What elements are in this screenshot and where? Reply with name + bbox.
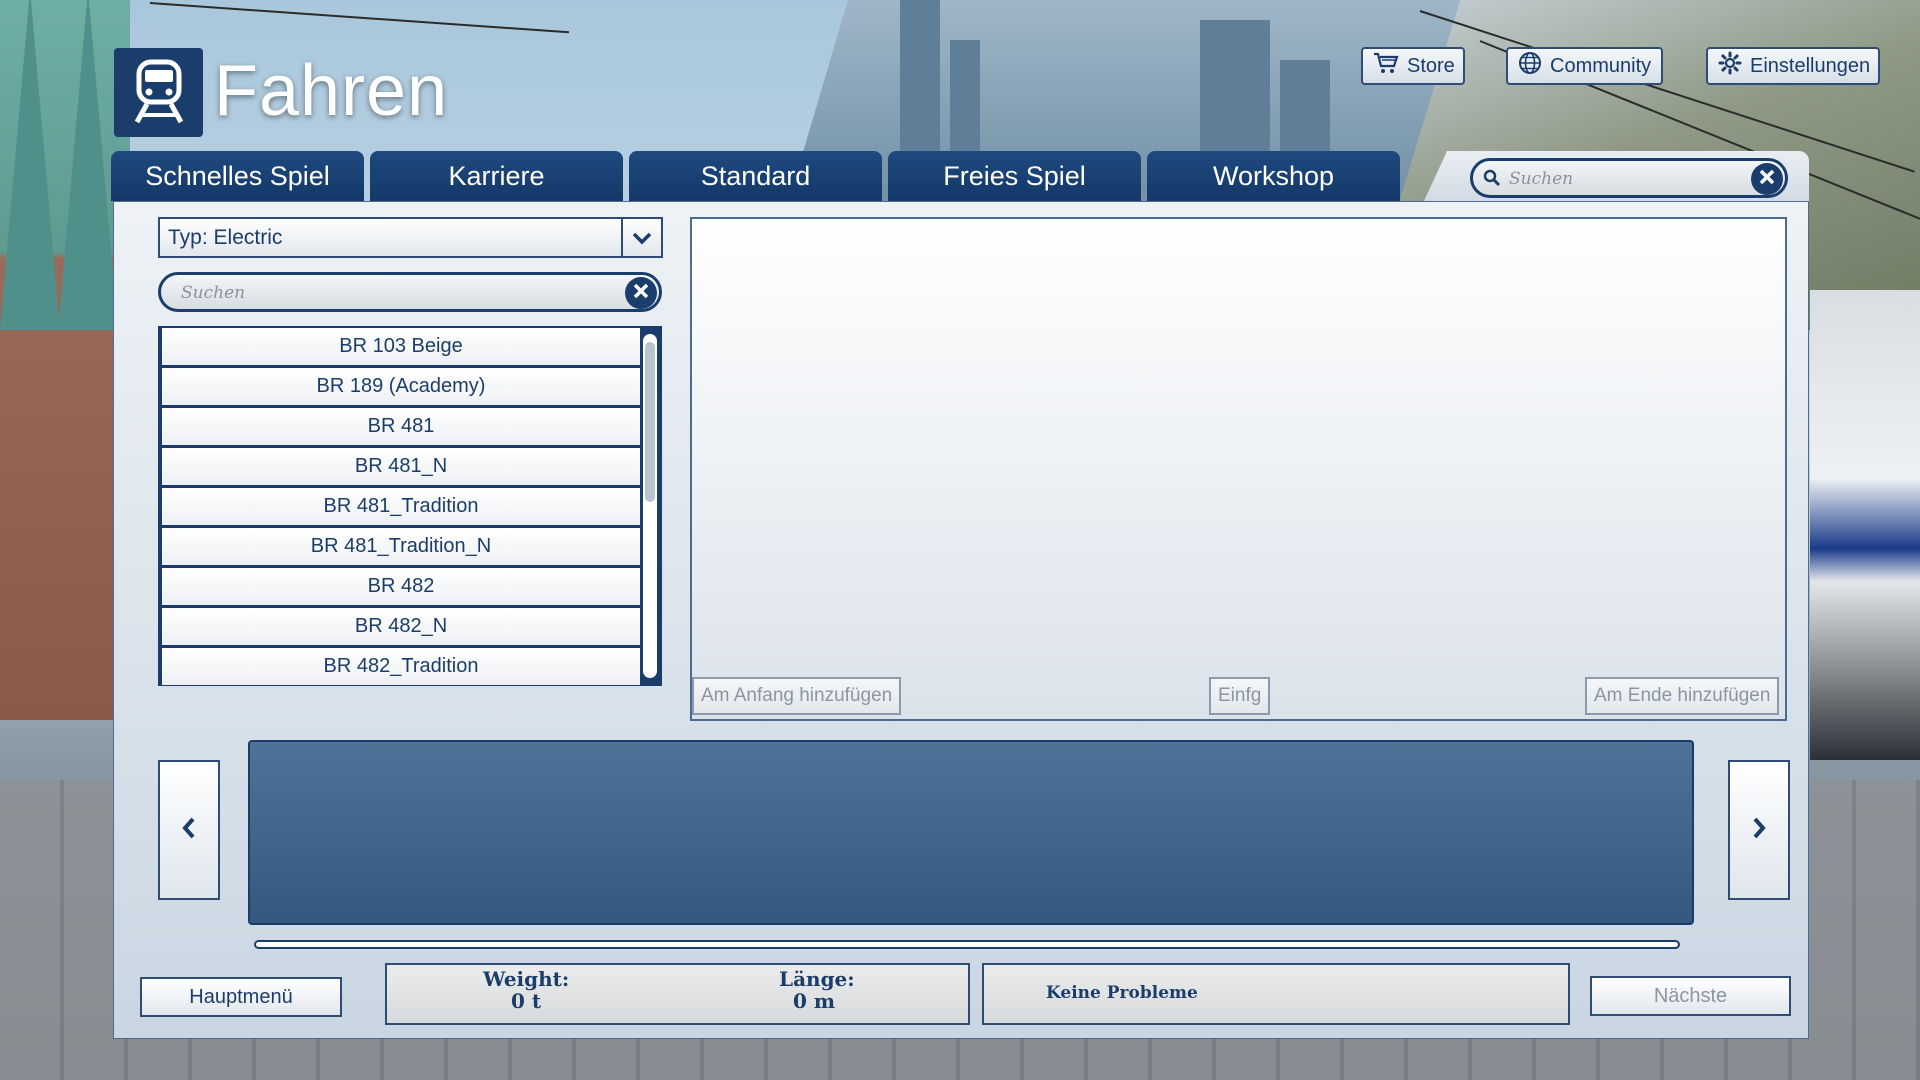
chevron-right-icon [1751, 816, 1767, 844]
consist-scrollbar[interactable] [254, 940, 1680, 949]
tab-standard[interactable]: Standard [629, 151, 882, 201]
page-title: Fahren [214, 51, 449, 131]
list-item[interactable]: BR 482_N [162, 608, 640, 645]
status-box: Keine Probleme [982, 963, 1570, 1025]
chevron-left-icon [181, 816, 197, 844]
list-scrollbar[interactable] [643, 334, 657, 678]
status-text: Keine Probleme [1046, 983, 1198, 1003]
settings-label: Einstellungen [1750, 54, 1871, 77]
consist-info-box: Weight: 0 t Länge: 0 m [385, 963, 970, 1025]
vehicle-list: BR 103 Beige BR 189 (Academy) BR 481 BR … [158, 326, 662, 686]
tab-schnelles-spiel[interactable]: Schnelles Spiel [111, 151, 364, 201]
scroll-right-button[interactable] [1728, 760, 1790, 900]
search-icon [1483, 169, 1501, 191]
chevron-down-icon [621, 219, 661, 256]
train-icon [131, 58, 187, 128]
list-item[interactable]: BR 103 Beige [162, 328, 640, 365]
close-icon [1759, 169, 1775, 189]
vehicle-search-field [158, 272, 662, 312]
list-item[interactable]: BR 482 [162, 568, 640, 605]
weight-label: Weight: [483, 967, 570, 991]
consist-area[interactable] [248, 740, 1694, 925]
main-menu-button[interactable]: Hauptmenü [140, 977, 342, 1017]
tab-freies-spiel[interactable]: Freies Spiel [888, 151, 1141, 201]
list-item[interactable]: BR 189 (Academy) [162, 368, 640, 405]
top-search-clear-button[interactable] [1751, 163, 1783, 195]
add-at-start-button[interactable]: Am Anfang hinzufügen [692, 677, 902, 715]
weight-value: 0 t [511, 989, 542, 1013]
length-label: Länge: [779, 967, 855, 991]
tab-karriere[interactable]: Karriere [370, 151, 623, 201]
top-search-field [1470, 158, 1788, 198]
next-button[interactable]: Nächste [1590, 976, 1791, 1016]
community-label: Community [1550, 54, 1652, 77]
close-icon [633, 283, 649, 303]
vehicle-preview [690, 217, 1787, 721]
logo [114, 48, 203, 137]
globe-icon [1518, 51, 1542, 81]
scroll-left-button[interactable] [158, 760, 220, 900]
store-button[interactable]: Store [1361, 47, 1465, 85]
community-button[interactable]: Community [1506, 47, 1663, 85]
list-scrollbar-thumb[interactable] [645, 342, 655, 502]
type-select-value: Typ: Electric [168, 225, 283, 249]
cart-icon [1373, 51, 1399, 81]
insert-button[interactable]: Einfg [1209, 677, 1271, 715]
tab-workshop[interactable]: Workshop [1147, 151, 1400, 201]
vehicle-search-clear-button[interactable] [625, 277, 657, 309]
top-search-input[interactable] [1507, 161, 1761, 197]
store-label: Store [1407, 54, 1455, 77]
settings-button[interactable]: Einstellungen [1706, 47, 1880, 85]
list-item[interactable]: BR 481_Tradition_N [162, 528, 640, 565]
length-value: 0 m [793, 989, 836, 1013]
type-select[interactable]: Typ: Electric [158, 217, 663, 258]
list-item[interactable]: BR 481 [162, 408, 640, 445]
vehicle-search-input[interactable] [179, 275, 582, 311]
gear-icon [1718, 51, 1742, 81]
list-item[interactable]: BR 481_Tradition [162, 488, 640, 525]
add-at-end-button[interactable]: Am Ende hinzufügen [1585, 677, 1780, 715]
list-item[interactable]: BR 481_N [162, 448, 640, 485]
list-item[interactable]: BR 482_Tradition [162, 648, 640, 685]
